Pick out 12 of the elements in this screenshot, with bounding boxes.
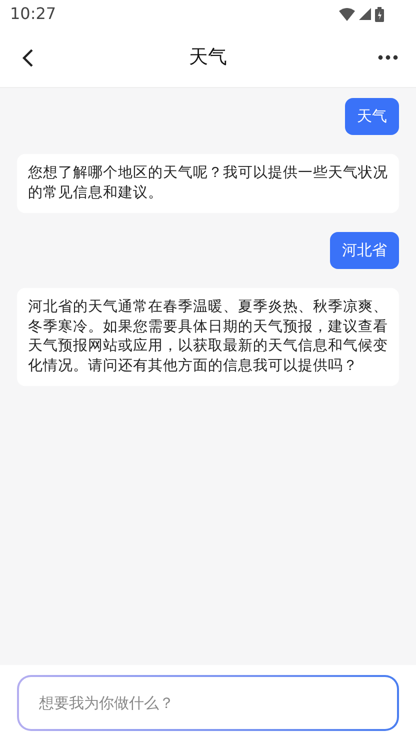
signal-icon xyxy=(359,8,371,20)
back-icon xyxy=(22,48,34,68)
assistant-message: 河北省的天气通常在春季温暖、夏季炎热、秋季凉爽、冬季寒冷。如果您需要具体日期的天气预报，建议查看天气预报网站或应用，以获取最新的天气信息和气候变化情况。请问还有其他方面的信息我可以提供吗？ xyxy=(17,288,399,386)
message-input[interactable]: 想要我为你做什么？ xyxy=(17,675,399,731)
user-message: 河北省 xyxy=(330,232,399,269)
user-message: 天气 xyxy=(345,98,399,135)
more-icon xyxy=(378,55,398,60)
assistant-message: 您想了解哪个地区的天气呢？我可以提供一些天气状况的常见信息和建议。 xyxy=(17,154,399,213)
status-time: 10:27 xyxy=(10,3,56,25)
wifi-icon xyxy=(339,8,355,20)
page-title: 天气 xyxy=(189,45,227,70)
battery-icon xyxy=(375,6,384,22)
